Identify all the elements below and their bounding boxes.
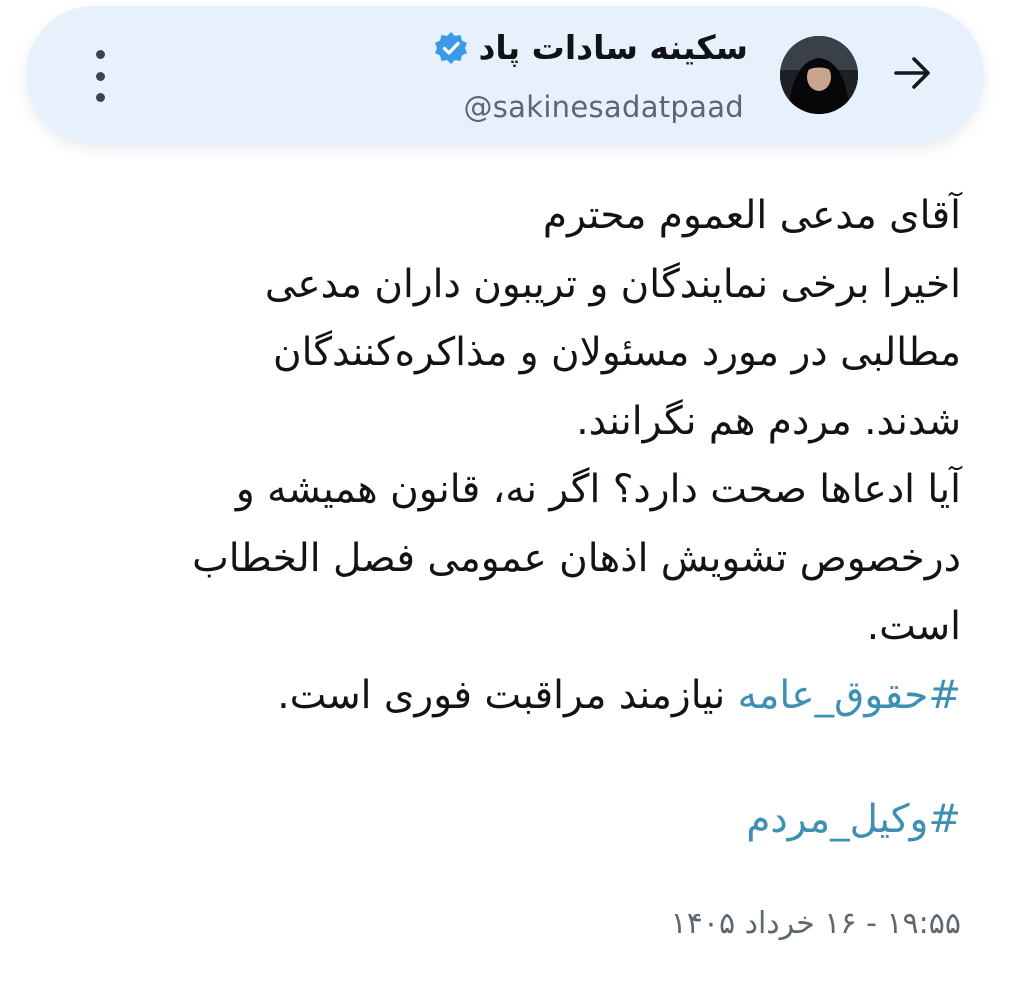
post-line-hashtag: #حقوق_عامه نیازمند مراقبت فوری است. (61, 662, 961, 731)
post-text-suffix: نیازمند مراقبت فوری است. (277, 672, 738, 718)
post-line: مطالبی در مورد مسئولان و مذاکره‌کنندگان (272, 330, 961, 375)
post-text: آقای مدعی العموم محترم اخیرا برخی نمایند… (61, 182, 961, 730)
avatar-image (780, 36, 858, 114)
post-line: درخصوص تشویش اذهان عمومی فصل الخطاب (192, 535, 961, 581)
post-line: آیا ادعاها صحت دارد؟ اگر نه، قانون همیشه… (235, 467, 961, 512)
back-button[interactable] (886, 46, 940, 100)
post-line: آقای مدعی العموم محترم (542, 193, 961, 238)
hashtag-line-2: #وکیل_مردم (746, 786, 961, 855)
profile-header: سکینه سادات پاد @sakinesadatpaad (26, 6, 984, 142)
avatar[interactable] (780, 36, 858, 114)
vertical-dots-icon (95, 50, 105, 59)
post-line: شدند. مردم هم نگرانند. (576, 398, 961, 444)
post-timestamp: ۱۹:۵۵ - ۱۶ خرداد ۱۴۰۵ (670, 906, 961, 941)
hashtag-link[interactable]: #حقوق_عامه (738, 673, 961, 718)
hashtag-link[interactable]: #وکیل_مردم (746, 797, 961, 842)
post-screen: سکینه سادات پاد @sakinesadatpaad آقای مد… (0, 0, 1009, 986)
display-name: سکینه سادات پاد (478, 28, 748, 67)
post-line: اخیرا برخی نمایندگان و تریبون داران مدعی (264, 261, 961, 307)
user-handle: @sakinesadatpaad (463, 90, 744, 124)
name-row: سکینه سادات پاد (434, 28, 748, 67)
arrow-right-icon (894, 57, 930, 89)
more-options-button[interactable] (88, 50, 112, 102)
post-line: است. (866, 604, 961, 649)
verified-badge-icon (435, 31, 468, 64)
